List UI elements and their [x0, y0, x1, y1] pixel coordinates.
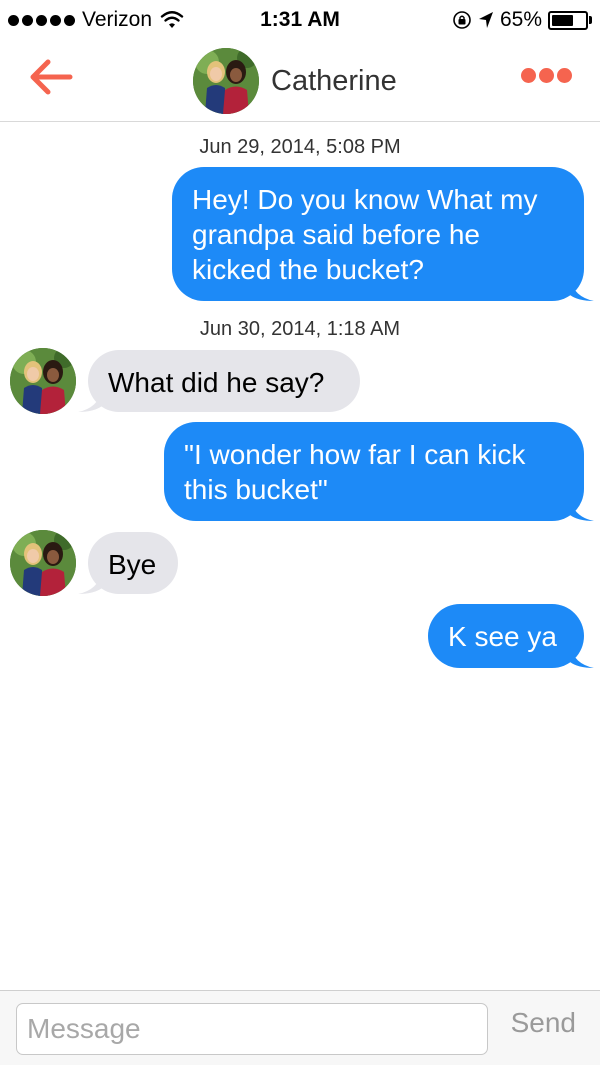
message-line: What did he say?: [108, 367, 325, 398]
message-line: Hey! Do you know What my: [192, 184, 538, 215]
outgoing-message[interactable]: "I wonder how far I can kick this bucket…: [164, 422, 594, 521]
message-line: grandpa said before he: [192, 219, 480, 250]
arrow-left-icon[interactable]: [26, 56, 74, 98]
compose-bar: Send: [0, 990, 600, 1065]
battery-icon: [548, 10, 592, 30]
battery-percent: 65%: [499, 8, 542, 31]
contact-header[interactable]: Catherine: [193, 48, 397, 114]
bubble-tail: [78, 390, 102, 412]
bubble-tail: [570, 646, 594, 668]
location-arrow-icon: [478, 12, 493, 28]
outgoing-message[interactable]: K see ya: [428, 604, 594, 668]
contact-name: Catherine: [271, 64, 397, 97]
bubble-tail: [570, 279, 594, 301]
message-line: K see ya: [448, 621, 557, 652]
status-right: 65%: [452, 8, 592, 32]
bubble-tail: [570, 499, 594, 521]
conversation[interactable]: Jun 29, 2014, 5:08 PM Hey! Do you know W…: [0, 122, 600, 990]
bubble-tail: [78, 572, 102, 594]
outgoing-message[interactable]: Hey! Do you know What my grandpa said be…: [172, 167, 594, 301]
rotation-lock-icon: [453, 11, 471, 29]
message-line: this bucket": [184, 474, 328, 505]
status-bar: Verizon 1:31 AM 65%: [0, 0, 600, 40]
avatar[interactable]: [193, 48, 259, 114]
timestamp: Jun 30, 2014, 1:18 AM: [199, 318, 401, 340]
message-line: Bye: [108, 549, 157, 580]
nav-bar: Catherine: [0, 40, 600, 122]
avatar[interactable]: [10, 530, 76, 596]
incoming-message[interactable]: Bye: [78, 532, 178, 594]
send-button[interactable]: Send: [511, 1007, 576, 1039]
message-line: kicked the bucket?: [192, 254, 424, 285]
message-input[interactable]: [16, 1003, 488, 1055]
incoming-message[interactable]: What did he say?: [78, 350, 360, 412]
ellipsis-icon[interactable]: [521, 68, 572, 83]
avatar[interactable]: [10, 348, 76, 414]
message-line: "I wonder how far I can kick: [184, 439, 526, 470]
timestamp: Jun 29, 2014, 5:08 PM: [199, 136, 401, 158]
